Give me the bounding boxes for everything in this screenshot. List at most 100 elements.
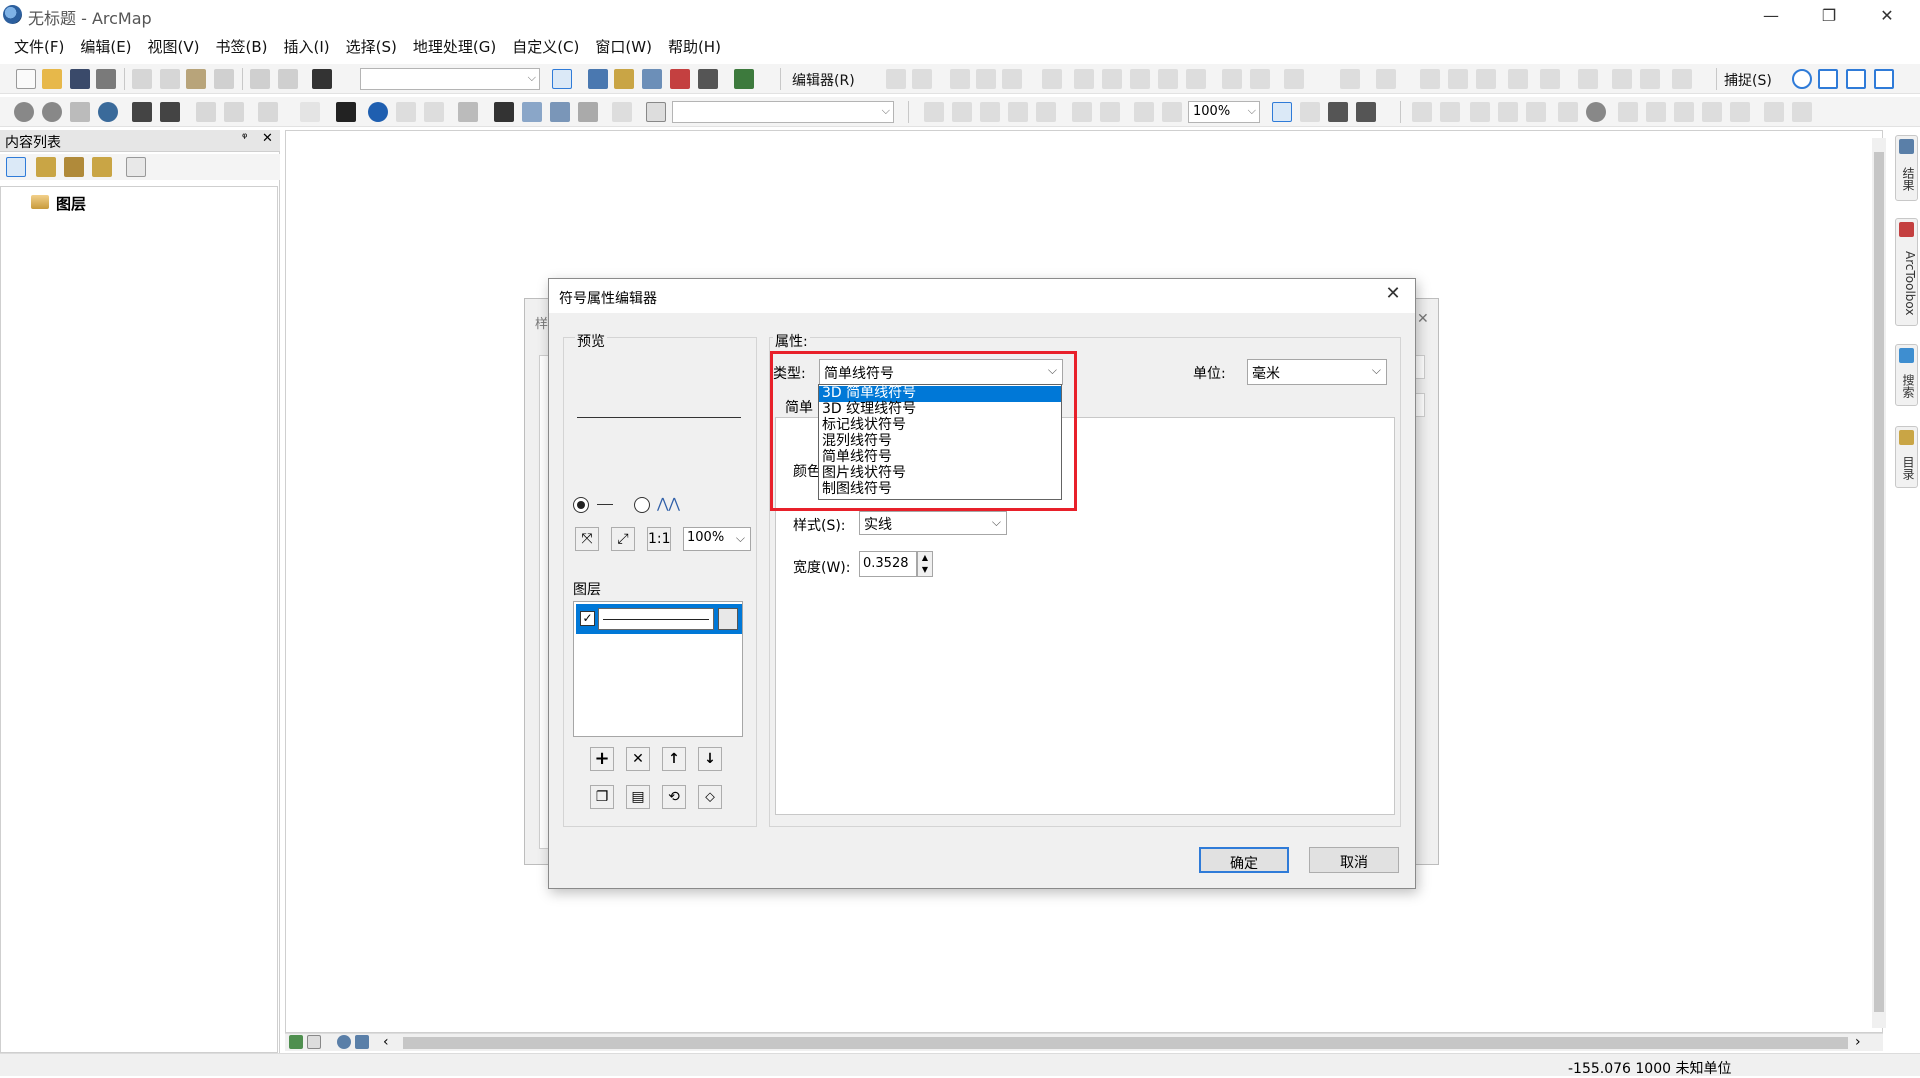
split-icon[interactable]	[1042, 69, 1062, 89]
edit-annotation-icon[interactable]	[912, 69, 932, 89]
draw-curve-icon[interactable]	[1470, 102, 1490, 122]
save-icon[interactable]	[70, 69, 90, 89]
reshape-icon[interactable]	[1102, 69, 1122, 89]
traverse-icon[interactable]	[1640, 69, 1660, 89]
draw-circle-icon[interactable]	[1586, 102, 1606, 122]
select-elements-icon[interactable]	[336, 102, 356, 122]
data-driven-pages-icon[interactable]	[1356, 102, 1376, 122]
draw-marker-icon[interactable]	[1558, 102, 1578, 122]
menu-customize[interactable]: 自定义(C)	[504, 32, 587, 58]
toc-close-icon[interactable]: ✕	[262, 131, 273, 146]
remove-layer-icon[interactable]: ✕	[626, 747, 650, 771]
menu-edit[interactable]: 编辑(E)	[72, 32, 139, 58]
paste-layer-icon[interactable]: ▤	[626, 785, 650, 809]
back-extent-icon[interactable]	[196, 102, 216, 122]
create-features-icon[interactable]	[1284, 69, 1304, 89]
reset-layer-icon[interactable]: ⟲	[662, 785, 686, 809]
scroll-left-icon[interactable]: ‹	[383, 1034, 389, 1050]
select-features-icon[interactable]	[258, 102, 278, 122]
edit-vertices-icon[interactable]	[1074, 69, 1094, 89]
menu-view[interactable]: 视图(V)	[140, 32, 208, 58]
model-builder-icon[interactable]	[734, 69, 754, 89]
rotate-icon[interactable]	[1186, 69, 1206, 89]
find-route-icon[interactable]	[522, 102, 542, 122]
cut-icon[interactable]	[132, 69, 152, 89]
catalog-window-icon[interactable]	[614, 69, 634, 89]
refresh-icon[interactable]	[337, 1035, 351, 1049]
zoom-out-preview-icon[interactable]: ⤢	[611, 527, 635, 551]
next-layout-extent-icon[interactable]	[1162, 102, 1182, 122]
preview-zoom-combo[interactable]: 100% ⌵	[683, 527, 751, 551]
identify-icon[interactable]	[368, 102, 388, 122]
vertex-snap-icon[interactable]	[1846, 69, 1866, 89]
zoom-in-icon[interactable]	[14, 102, 34, 122]
search-window-icon[interactable]	[642, 69, 662, 89]
draw-point-icon[interactable]	[1498, 102, 1518, 122]
layout-zoom-combo[interactable]: 100% ⌵	[1188, 101, 1260, 123]
list-by-visibility-icon[interactable]	[64, 157, 84, 177]
undo-icon[interactable]	[250, 69, 270, 89]
restore-button[interactable]: ❐	[1800, 0, 1858, 30]
dock-tab-arctoolbox[interactable]: ArcToolbox	[1895, 218, 1918, 326]
python-window-icon[interactable]	[698, 69, 718, 89]
snapping-menu[interactable]: 捕捉(S)	[1724, 70, 1772, 90]
clear-selection-icon[interactable]	[300, 102, 320, 122]
add-data-icon[interactable]	[312, 69, 332, 89]
background-dialog-close-icon[interactable]: ✕	[1417, 311, 1429, 327]
spatial-adjust-icon[interactable]	[1420, 69, 1440, 89]
map-horizontal-scrollbar[interactable]: ‹ ›	[285, 1033, 1883, 1051]
paste-icon[interactable]	[186, 69, 206, 89]
zoom-out-icon[interactable]	[42, 102, 62, 122]
move-layer-down-icon[interactable]: ↓	[698, 747, 722, 771]
menu-selection[interactable]: 选择(S)	[338, 32, 405, 58]
align-edges-icon[interactable]	[1508, 69, 1528, 89]
dialog-close-button[interactable]: ✕	[1379, 283, 1407, 309]
close-window-button[interactable]: ✕	[1858, 0, 1916, 30]
graphics-rotate-icon[interactable]	[1674, 102, 1694, 122]
cancel-button[interactable]: 取消	[1309, 847, 1399, 873]
attributes-icon[interactable]	[1222, 69, 1242, 89]
layer-tag-icon[interactable]: ⬦	[698, 785, 722, 809]
fixed-zoom-in-layout-icon[interactable]	[1072, 102, 1092, 122]
toc-options-icon[interactable]	[126, 157, 146, 177]
adjust-links-icon[interactable]	[1448, 69, 1468, 89]
line-color-icon[interactable]	[1792, 102, 1812, 122]
topology-icon[interactable]	[1376, 69, 1396, 89]
full-extent-icon[interactable]	[98, 102, 118, 122]
zoom-100-icon[interactable]	[1036, 102, 1056, 122]
fixed-zoom-in-icon[interactable]	[132, 102, 152, 122]
graphics-group-icon[interactable]	[1646, 102, 1666, 122]
dock-tab-results[interactable]: 结果	[1895, 135, 1918, 201]
layer-lock-icon[interactable]	[718, 608, 738, 630]
measure-icon[interactable]	[458, 102, 478, 122]
actual-size-preview-icon[interactable]: 1:1	[647, 527, 671, 551]
editor-toolbar-icon[interactable]	[552, 69, 572, 89]
vertical-scroll-thumb[interactable]	[1874, 152, 1884, 1012]
draw-freehand-icon[interactable]	[1526, 102, 1546, 122]
toggle-draft-icon[interactable]	[1272, 102, 1292, 122]
layout-icon[interactable]	[646, 102, 666, 122]
unit-combo[interactable]: 毫米 ⌵	[1247, 359, 1387, 385]
advanced-edit-icon[interactable]	[1672, 69, 1692, 89]
print-icon[interactable]	[96, 69, 116, 89]
pan-icon[interactable]	[70, 102, 90, 122]
menu-insert[interactable]: 插入(I)	[276, 32, 338, 58]
menu-bookmarks[interactable]: 书签(B)	[208, 32, 276, 58]
layer-combo[interactable]: ⌵	[672, 101, 894, 123]
symbol-layer-row[interactable]: ✓	[576, 604, 742, 634]
layer-visibility-checkbox[interactable]: ✓	[580, 611, 595, 626]
menu-file[interactable]: 文件(F)	[6, 32, 72, 58]
create-viewer-icon[interactable]	[612, 102, 632, 122]
fixed-zoom-out-icon[interactable]	[160, 102, 180, 122]
horizontal-scroll-thumb[interactable]	[403, 1037, 1848, 1049]
menu-geoprocessing[interactable]: 地理处理(G)	[405, 32, 504, 58]
displacement-icon[interactable]	[1476, 69, 1496, 89]
layout-zoom-in-icon[interactable]	[924, 102, 944, 122]
layout-pan-icon[interactable]	[980, 102, 1000, 122]
multi-adjust-icon[interactable]	[1540, 69, 1560, 89]
previous-layout-extent-icon[interactable]	[1134, 102, 1154, 122]
time-slider-icon[interactable]	[578, 102, 598, 122]
preview-mode-line-radio[interactable]	[573, 497, 589, 513]
menu-help[interactable]: 帮助(H)	[660, 32, 729, 58]
data-view-icon[interactable]	[289, 1035, 303, 1049]
